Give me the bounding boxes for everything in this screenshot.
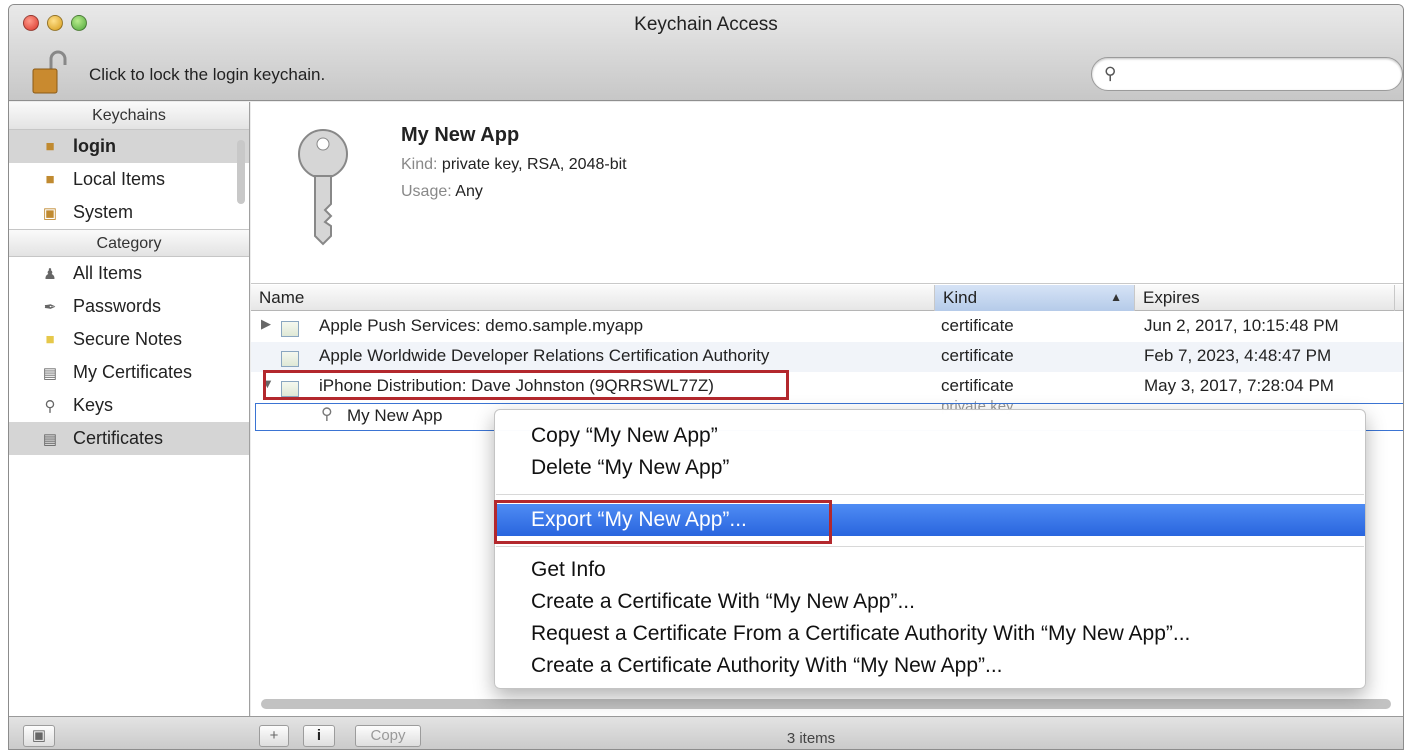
lock-icon: ▣ [42,204,58,222]
sidebar-item-local-items[interactable]: ■ Local Items [9,163,249,196]
sidebar-item-passwords[interactable]: ✒ Passwords [9,290,249,323]
key-icon [298,129,348,246]
annotation-highlight-box [263,370,789,400]
sidebar-item-system[interactable]: ▣ System [9,196,249,229]
item-count: 3 items [786,730,836,747]
sidebar-item-keys[interactable]: ⚲ Keys [9,389,249,422]
row-kind: certificate [941,346,1014,365]
sidebar-item-all-items[interactable]: ♟ All Items [9,257,249,290]
sidebar-item-label: All Items [73,263,143,283]
lock-message: Click to lock the login keychain. [89,65,326,84]
row-name: Apple Worldwide Developer Relations Cert… [319,346,770,365]
sidebar-item-label: Local Items [73,169,166,189]
table-row[interactable]: Apple Worldwide Developer Relations Cert… [251,342,1403,372]
certificate-icon [281,348,299,368]
detail-name: My New App [401,124,520,146]
column-header-expires[interactable]: Expires [1135,285,1395,311]
detail-kind: Kind: private key, RSA, 2048-bit [401,156,627,174]
sidebar-item-label: Passwords [73,296,162,316]
row-expires: Feb 7, 2023, 4:48:47 PM [1144,346,1332,365]
unlocked-padlock-icon[interactable] [31,49,69,95]
pen-icon: ✒ [43,298,57,316]
sidebar-item-label: login [73,136,116,156]
sidebar-item-label: Secure Notes [73,329,183,349]
detail-kind-value: private key, RSA, 2048-bit [441,156,627,173]
column-header-kind[interactable]: Kind ▲ [935,285,1135,311]
table-header: Name Kind ▲ Expires [251,285,1403,311]
sidebar-item-my-certificates[interactable]: ▤ My Certificates [9,356,249,389]
item-detail: My New App Kind: private key, RSA, 2048-… [251,102,1403,284]
menu-item-create-certificate[interactable]: Create a Certificate With “My New App”..… [495,586,1365,618]
key-icon: ⚲ [44,397,56,415]
detail-usage: Usage: Any [401,183,483,201]
detail-usage-label: Usage: [401,183,452,200]
certificate-icon [281,318,299,338]
sidebar-scrollbar[interactable] [237,140,245,204]
row-expires: May 3, 2017, 7:28:04 PM [1144,376,1334,395]
sidebar-item-login[interactable]: ■ login [9,130,249,163]
column-header-name[interactable]: Name [251,285,935,311]
keychains-header: Keychains [9,102,249,130]
menu-item-create-certificate-authority[interactable]: Create a Certificate Authority With “My … [495,650,1365,682]
menu-separator [496,546,1364,547]
sort-ascending-icon: ▲ [1110,290,1122,304]
certificate-icon: ▤ [42,430,58,448]
menu-separator [496,494,1364,495]
padlock-icon: ■ [45,138,55,155]
sidebar-item-label: Certificates [73,428,164,448]
search-icon: ⚲ [1104,64,1117,83]
row-name: Apple Push Services: demo.sample.myapp [319,316,644,335]
certificate-icon: ▤ [42,364,58,382]
window-title: Keychain Access [634,14,778,35]
menu-item-delete[interactable]: Delete “My New App” [495,452,1365,484]
sidebar: Keychains ■ login ■ Local Items ▣ System Ca… [9,102,250,716]
search-field[interactable]: ⚲ [1091,57,1403,91]
bottom-bar: ▣ + i Copy 3 items [9,716,1403,749]
sidebar-item-label: Keys [73,395,114,415]
table-scrollbar[interactable] [261,699,1391,709]
titlebar: Keychain Access Click to lock the login … [9,5,1403,101]
column-header-kind-label: Kind [943,288,978,307]
category-header: Category [9,229,249,257]
row-kind: certificate [941,316,1014,335]
menu-item-copy[interactable]: Copy “My New App” [495,420,1365,452]
sidebar-item-label: My Certificates [73,362,193,382]
sidebar-item-certificates[interactable]: ▤ Certificates [9,422,249,455]
detail-usage-value: Any [455,183,483,200]
table-row[interactable]: ▶ Apple Push Services: demo.sample.myapp… [251,312,1403,342]
sidebar-item-label: System [73,202,134,222]
detail-kind-label: Kind: [401,156,438,173]
note-icon: ■ [45,331,55,348]
menu-item-get-info[interactable]: Get Info [495,554,1365,586]
menu-item-request-certificate[interactable]: Request a Certificate From a Certificate… [495,618,1365,650]
people-icon: ♟ [43,265,57,283]
annotation-highlight-box [494,500,832,544]
context-menu: Copy “My New App” Delete “My New App” Ex… [494,409,1366,689]
padlock-icon: ■ [45,171,55,188]
row-kind: certificate [941,376,1014,395]
row-expires: Jun 2, 2017, 10:15:48 PM [1144,316,1339,335]
disclosure-right-icon[interactable]: ▶ [261,316,271,332]
sidebar-item-secure-notes[interactable]: ■ Secure Notes [9,323,249,356]
